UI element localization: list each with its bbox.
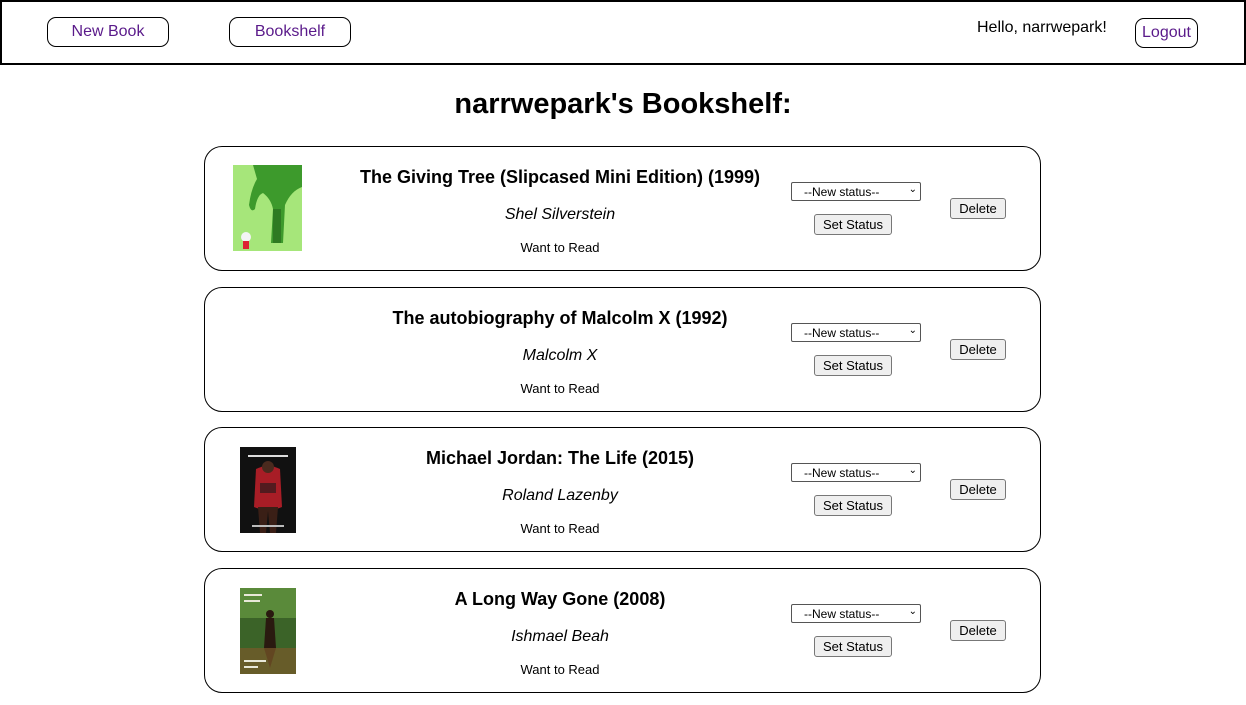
book-title: The Giving Tree (Slipcased Mini Edition)… <box>359 167 761 187</box>
book-status: Want to Read <box>520 521 600 536</box>
book-title: The autobiography of Malcolm X (1992) <box>392 308 728 328</box>
delete-button[interactable]: Delete <box>950 339 1006 360</box>
book-status: Want to Read <box>520 662 600 677</box>
status-select[interactable]: --New status-- ⌄ <box>791 182 921 201</box>
book-author: Roland Lazenby <box>502 487 618 504</box>
book-card: Michael Jordan: The Life (2015) Roland L… <box>204 427 1041 552</box>
top-navbar: New Book Bookshelf Hello, narrwepark! Lo… <box>0 0 1246 65</box>
book-status: Want to Read <box>520 240 600 255</box>
page-title: narrwepark's Bookshelf: <box>454 88 792 120</box>
set-status-button[interactable]: Set Status <box>814 636 892 657</box>
select-placeholder: --New status-- <box>804 184 880 199</box>
book-card: The Giving Tree (Slipcased Mini Edition)… <box>204 146 1041 271</box>
book-author: Ishmael Beah <box>511 628 609 645</box>
delete-button[interactable]: Delete <box>950 198 1006 219</box>
status-select[interactable]: --New status-- ⌄ <box>791 463 921 482</box>
chevron-down-icon: ⌄ <box>908 465 917 476</box>
chevron-down-icon: ⌄ <box>908 325 917 336</box>
book-status: Want to Read <box>520 381 600 396</box>
book-card: A Long Way Gone (2008) Ishmael Beah Want… <box>204 568 1041 693</box>
book-title: Michael Jordan: The Life (2015) <box>425 448 695 468</box>
set-status-button[interactable]: Set Status <box>814 214 892 235</box>
user-greeting: Hello, narrwepark! <box>977 19 1107 36</box>
book-cover-image <box>240 447 296 533</box>
select-placeholder: --New status-- <box>804 325 880 340</box>
book-author: Shel Silverstein <box>504 206 616 223</box>
chevron-down-icon: ⌄ <box>908 606 917 617</box>
book-cover-image <box>240 588 296 674</box>
new-book-button[interactable]: New Book <box>47 17 169 47</box>
bookshelf-button[interactable]: Bookshelf <box>229 17 351 47</box>
book-author: Malcolm X <box>522 347 598 364</box>
delete-button[interactable]: Delete <box>950 620 1006 641</box>
set-status-button[interactable]: Set Status <box>814 495 892 516</box>
book-card: The autobiography of Malcolm X (1992) Ma… <box>204 287 1041 412</box>
status-select[interactable]: --New status-- ⌄ <box>791 323 921 342</box>
set-status-button[interactable]: Set Status <box>814 355 892 376</box>
delete-button[interactable]: Delete <box>950 479 1006 500</box>
status-select[interactable]: --New status-- ⌄ <box>791 604 921 623</box>
book-cover-image <box>233 165 302 251</box>
book-title: A Long Way Gone (2008) <box>454 589 666 609</box>
select-placeholder: --New status-- <box>804 606 880 621</box>
select-placeholder: --New status-- <box>804 465 880 480</box>
logout-button[interactable]: Logout <box>1135 18 1198 48</box>
chevron-down-icon: ⌄ <box>908 184 917 195</box>
